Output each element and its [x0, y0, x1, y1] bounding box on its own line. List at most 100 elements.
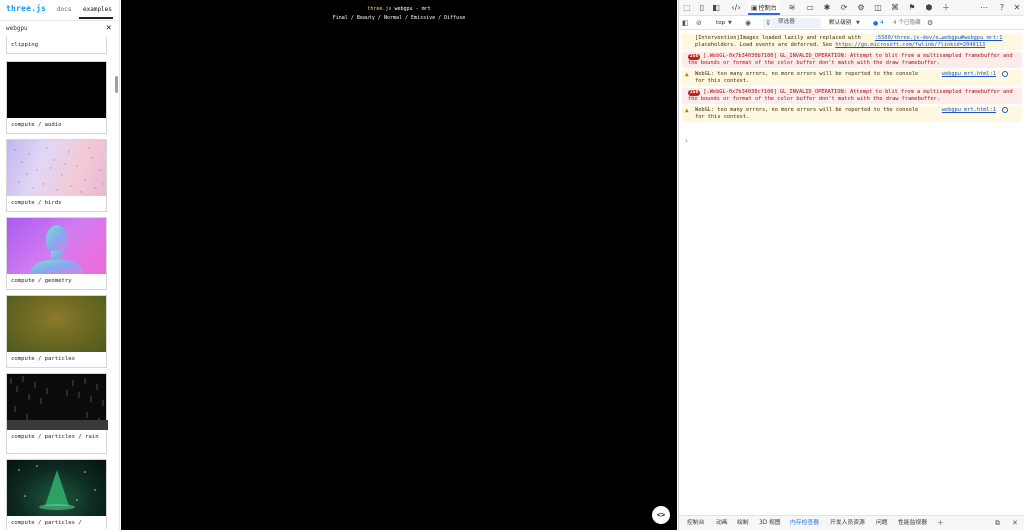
- filter-icon: ⊽: [766, 20, 771, 27]
- dock-side-icon[interactable]: ◧: [711, 3, 721, 13]
- tree-graphic: [18, 465, 96, 510]
- brand-logo[interactable]: three.js: [6, 4, 46, 13]
- console-toolbar: ◧ ⊘ top ▼ ◉ ⊽ 筛选器 默认级别 ▼ ● 4 4 个已隐藏 ⚙: [679, 17, 1024, 30]
- examples-list: clipping compute / audio compute / birds…: [6, 37, 108, 529]
- thumbnail-image: [7, 218, 106, 274]
- birds-scatter-graphic: [14, 147, 104, 193]
- drawer-tab-3d-view[interactable]: 3D 视图: [759, 518, 781, 529]
- console-message-warning[interactable]: ▲ WebGL: too many errors, no more errors…: [682, 70, 1022, 86]
- help-icon[interactable]: ?: [997, 3, 1007, 13]
- lighthouse-icon[interactable]: ⚑: [907, 3, 917, 13]
- memory-icon[interactable]: ⌘: [890, 3, 900, 13]
- recorder-icon[interactable]: ⬢: [924, 3, 934, 13]
- source-link[interactable]: webgpu_mrt.html:1: [942, 71, 996, 78]
- issues-icon[interactable]: ●: [873, 18, 878, 29]
- issues-count[interactable]: 4: [880, 18, 884, 29]
- close-icon[interactable]: ✕: [106, 23, 111, 33]
- app-root: three.js docs examples ✕ clipping comput…: [0, 0, 1024, 530]
- tab-console[interactable]: ▣控制台: [748, 1, 780, 15]
- settings-gear-icon[interactable]: ⚙: [856, 3, 866, 13]
- drawer-tab-console[interactable]: 控制台: [687, 518, 704, 529]
- bug-icon[interactable]: ✱: [822, 3, 832, 13]
- eye-icon[interactable]: ◉: [745, 18, 751, 29]
- application-icon[interactable]: ◫: [873, 3, 883, 13]
- context-selector[interactable]: top: [716, 18, 725, 29]
- console-message-error[interactable]: 256 [.WebGL-0x7b34030b7100] GL_INVALID_OP…: [682, 52, 1022, 68]
- console-message-warning[interactable]: ▲ WebGL: too many errors, no more errors…: [682, 106, 1022, 122]
- list-item[interactable]: compute / particles: [6, 295, 107, 368]
- list-item[interactable]: compute / particles / rain: [6, 373, 108, 454]
- ai-explain-icon[interactable]: [1002, 107, 1008, 113]
- list-item[interactable]: compute / birds: [6, 139, 107, 212]
- list-item-label: clipping: [11, 42, 38, 48]
- drawer-tab-performance-monitor[interactable]: 性能监视器: [898, 518, 927, 529]
- clear-console-icon[interactable]: ⊘: [696, 18, 702, 29]
- tab-console-label: 控制台: [758, 5, 777, 12]
- warning-icon: ▲: [685, 107, 689, 114]
- message-text: WebGL: too many errors, no more errors w…: [695, 71, 919, 84]
- console-input-prompt[interactable]: ›: [685, 137, 688, 145]
- view-source-button[interactable]: <>: [652, 506, 670, 524]
- list-item[interactable]: clipping: [6, 37, 107, 54]
- add-tool-icon[interactable]: ＋: [941, 3, 951, 13]
- drawer-tab-rendering[interactable]: 绘制: [737, 518, 749, 529]
- log-levels-dropdown[interactable]: 默认级别: [829, 18, 851, 29]
- head-bust-graphic: [29, 225, 85, 274]
- help-link[interactable]: https://go.microsoft.com/fwlink/?linkid=…: [835, 42, 985, 48]
- drawer-tab-animations[interactable]: 动画: [716, 518, 728, 529]
- message-text: WebGL: too many errors, no more errors w…: [695, 107, 919, 120]
- console-message-warning[interactable]: [Intervention]Images loaded lazily and r…: [682, 34, 1022, 50]
- search-bar: ✕: [0, 20, 119, 37]
- elements-tab-icon[interactable]: ‹/›: [731, 3, 741, 13]
- search-input[interactable]: [6, 25, 96, 32]
- filter-field[interactable]: ⊽ 筛选器: [763, 18, 821, 28]
- message-line: placeholders. Load events are deferred. …: [695, 42, 836, 48]
- nav-docs-link[interactable]: docs: [57, 6, 71, 13]
- three-js-link[interactable]: three.js: [367, 6, 391, 12]
- list-item[interactable]: compute / geometry: [6, 217, 107, 290]
- sidebar-scrollbar[interactable]: [115, 76, 118, 93]
- render-viewport[interactable]: three.js webgpu - mrt Final / Beauty / N…: [121, 0, 677, 530]
- render-mode-selector[interactable]: Final / Beauty / Normal / Emissive / Dif…: [121, 15, 677, 21]
- thumbnail-image: [7, 296, 106, 352]
- close-devtools-icon[interactable]: ✕: [1012, 3, 1022, 13]
- ai-explain-icon[interactable]: [1002, 71, 1008, 77]
- chevron-down-icon[interactable]: ▼: [728, 18, 732, 29]
- list-item[interactable]: compute / particles /: [6, 459, 107, 529]
- more-options-icon[interactable]: ⋯: [979, 3, 989, 13]
- sources-icon[interactable]: ▭: [805, 3, 815, 13]
- warning-icon: ▲: [685, 71, 689, 78]
- dock-drawer-icon[interactable]: ⧉: [995, 518, 1000, 529]
- console-settings-gear-icon[interactable]: ⚙: [927, 18, 933, 29]
- rain-graphic: [7, 376, 108, 430]
- drawer-tab-issues[interactable]: 问题: [876, 518, 888, 529]
- source-link[interactable]: :5500/three.js-dev/e…webgpu#webgpu_mrt:1: [875, 35, 1003, 41]
- drawer-tab-memory-inspector[interactable]: 内存检查器: [790, 518, 819, 529]
- device-emulation-icon[interactable]: ▯: [697, 3, 707, 13]
- sidebar-header: three.js docs examples: [0, 0, 119, 19]
- console-message-error[interactable]: 256 [.WebGL-0x7b34030cf100] GL_INVALID_OP…: [682, 88, 1022, 104]
- list-item[interactable]: compute / audio: [6, 61, 107, 134]
- drawer-tab-developer-resources[interactable]: 开发人员资源: [830, 518, 865, 529]
- thumbnail-image: [7, 374, 108, 430]
- network-icon[interactable]: ≋: [787, 3, 797, 13]
- source-link[interactable]: webgpu_mrt.html:1: [942, 107, 996, 114]
- filter-placeholder: 筛选器: [778, 19, 795, 25]
- close-drawer-icon[interactable]: ✕: [1012, 518, 1018, 529]
- message-text: [.WebGL-0x7b34030cf100] GL_INVALID_OPERA…: [688, 89, 1013, 102]
- message-text: [Intervention]Images loaded lazily and r…: [695, 35, 1018, 42]
- sidebar-toggle-icon[interactable]: ◧: [682, 18, 689, 29]
- list-item-label: compute / particles: [11, 356, 75, 362]
- message-line: [Intervention]Images loaded lazily and r…: [695, 35, 861, 41]
- nav-examples-link[interactable]: examples: [83, 6, 112, 13]
- performance-icon[interactable]: ⟳: [839, 3, 849, 13]
- add-drawer-tab-icon[interactable]: ＋: [937, 518, 944, 529]
- active-nav-indicator: [79, 17, 113, 19]
- thumbnail-image: [7, 62, 106, 118]
- example-title: webgpu - mrt: [391, 6, 431, 12]
- drawer-tabbar: 控制台 动画 绘制 3D 视图 内存检查器 开发人员资源 问题 性能监视器 ＋ …: [679, 515, 1024, 530]
- list-item-label: compute / birds: [11, 200, 62, 206]
- list-item-label: compute / particles / rain: [11, 434, 99, 440]
- chevron-down-icon[interactable]: ▼: [856, 18, 860, 29]
- inspect-element-icon[interactable]: ⬚: [682, 3, 692, 13]
